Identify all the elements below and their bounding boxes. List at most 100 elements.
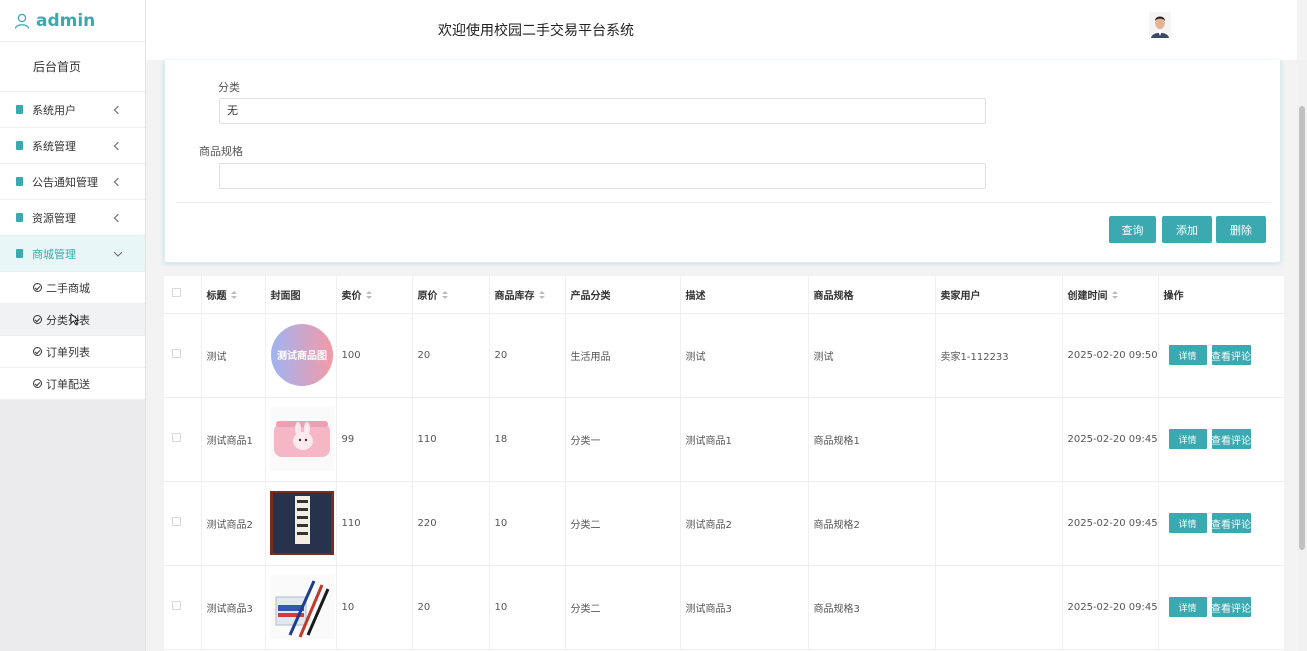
sidebar-subitem-label: 分类列表 — [46, 313, 90, 327]
sidebar-subitem-second-hand-mall[interactable]: 二手商城 — [0, 272, 145, 304]
cell-spec: 测试 — [808, 313, 936, 398]
product-table: 标题 封面图 卖价 原价 商品库存 产品分类 描述 商品规格 卖家用户 创建时间… — [164, 276, 1284, 651]
delete-button[interactable]: 删除 — [1216, 216, 1266, 243]
cell-stock: 18 — [489, 397, 566, 482]
cell-actions: 详情 查看评论 — [1158, 397, 1284, 482]
sidebar-item-label: 资源管理 — [32, 211, 76, 225]
cell-spec: 商品规格2 — [808, 481, 936, 566]
cell-seller — [935, 397, 1063, 482]
table-row: 测试 测试商品图 100 20 20 生活用品 测试 测试 卖家1-112233… — [164, 313, 1284, 398]
check-circle-icon — [33, 283, 42, 292]
svg-text:测试商品图: 测试商品图 — [277, 349, 327, 362]
view-reviews-button[interactable]: 查看评论 — [1211, 597, 1251, 617]
chevron-left-icon — [113, 105, 123, 114]
column-header-title[interactable]: 标题 — [201, 276, 266, 314]
sidebar-item-home[interactable]: 后台首页 — [0, 42, 145, 92]
column-header-cover: 封面图 — [265, 276, 337, 314]
row-checkbox[interactable] — [172, 349, 181, 358]
sidebar-item-label: 系统管理 — [32, 139, 76, 153]
product-thumbnail — [269, 407, 334, 471]
detail-button[interactable]: 详情 — [1168, 429, 1207, 449]
chevron-left-icon — [113, 213, 123, 222]
cell-original-price: 20 — [412, 313, 490, 398]
cell-price: 10 — [336, 565, 413, 650]
page-scrollbar[interactable] — [1297, 60, 1307, 651]
query-button[interactable]: 查询 — [1109, 216, 1156, 243]
cell-price: 100 — [336, 313, 413, 398]
column-header-price[interactable]: 卖价 — [336, 276, 413, 314]
check-circle-icon — [33, 347, 42, 356]
cell-original-price: 20 — [412, 565, 490, 650]
table-header-row: 标题 封面图 卖价 原价 商品库存 产品分类 描述 商品规格 卖家用户 创建时间… — [164, 276, 1284, 314]
sidebar-item-system-management[interactable]: 系统管理 — [0, 128, 145, 164]
row-checkbox[interactable] — [172, 433, 181, 442]
sidebar-subitem-label: 二手商城 — [46, 281, 90, 295]
sidebar-item-system-users[interactable]: 系统用户 — [0, 92, 145, 128]
category-label: 分类 — [218, 81, 240, 94]
document-icon — [16, 141, 23, 150]
select-all-checkbox[interactable] — [172, 288, 181, 298]
view-reviews-button[interactable]: 查看评论 — [1211, 345, 1251, 365]
sidebar-subitem-order-list[interactable]: 订单列表 — [0, 336, 145, 368]
cell-title: 测试 — [201, 313, 266, 398]
sort-icon[interactable] — [441, 291, 448, 300]
cell-category: 生活用品 — [565, 313, 681, 398]
cell-stock: 10 — [489, 481, 566, 566]
cell-actions: 详情 查看评论 — [1158, 313, 1284, 398]
detail-button[interactable]: 详情 — [1168, 345, 1207, 365]
view-reviews-button[interactable]: 查看评论 — [1211, 429, 1251, 449]
product-thumbnail: 测试商品图 — [270, 324, 333, 386]
check-circle-icon — [33, 379, 42, 388]
cell-created: 2025-02-20 09:45:21 — [1062, 481, 1159, 566]
sidebar-item-mall-management[interactable]: 商城管理 — [0, 236, 145, 272]
cell-description: 测试商品2 — [680, 481, 809, 566]
spec-input[interactable] — [219, 163, 986, 189]
column-header-actions: 操作 — [1158, 276, 1284, 314]
sidebar-item-resource-management[interactable]: 资源管理 — [0, 200, 145, 236]
chevron-down-icon — [113, 247, 123, 257]
sort-icon[interactable] — [230, 291, 237, 300]
cell-category: 分类一 — [565, 397, 681, 482]
column-header-seller: 卖家用户 — [935, 276, 1063, 314]
column-header-original-price[interactable]: 原价 — [412, 276, 490, 314]
user-icon — [14, 13, 30, 29]
column-header-description: 描述 — [680, 276, 809, 314]
avatar[interactable] — [1149, 12, 1171, 38]
column-header-spec: 商品规格 — [808, 276, 936, 314]
cell-created: 2025-02-20 09:45:21 — [1062, 397, 1159, 482]
add-button[interactable]: 添加 — [1162, 216, 1212, 243]
column-header-stock[interactable]: 商品库存 — [489, 276, 566, 314]
sidebar-subitem-label: 订单配送 — [46, 377, 90, 391]
view-reviews-button[interactable]: 查看评论 — [1211, 513, 1251, 533]
row-checkbox[interactable] — [172, 601, 181, 610]
detail-button[interactable]: 详情 — [1168, 513, 1207, 533]
document-icon — [16, 249, 23, 258]
cell-description: 测试商品1 — [680, 397, 809, 482]
category-input[interactable]: 无 — [219, 98, 986, 124]
mouse-cursor-icon — [70, 313, 80, 325]
table-row: 测试商品2 110 220 10 分类二 测试商品2 商品规格2 2025-02… — [164, 481, 1284, 566]
cell-seller — [935, 565, 1063, 650]
product-thumbnail — [269, 575, 334, 639]
sidebar-subitem-order-delivery[interactable]: 订单配送 — [0, 368, 145, 400]
top-header: 欢迎使用校园二手交易平台系统 — [146, 0, 1297, 60]
cell-title: 测试商品2 — [201, 481, 266, 566]
chevron-left-icon — [113, 177, 123, 186]
detail-button[interactable]: 详情 — [1168, 597, 1207, 617]
table-row: 测试商品1 99 110 18 分类一 测试商品1 商品规格1 2025-02-… — [164, 397, 1284, 482]
select-all-cell[interactable] — [164, 276, 202, 314]
sidebar: admin 后台首页 系统用户 系统管理 公告通知管理 资源管理 商城管理 二手… — [0, 0, 146, 651]
scrollbar-thumb[interactable] — [1299, 106, 1305, 550]
cell-created: 2025-02-20 09:50:36 — [1062, 313, 1159, 398]
column-header-created[interactable]: 创建时间 — [1062, 276, 1159, 314]
sort-icon[interactable] — [365, 291, 372, 300]
sort-icon[interactable] — [1111, 291, 1118, 300]
sort-icon[interactable] — [538, 291, 545, 300]
sidebar-item-notice-management[interactable]: 公告通知管理 — [0, 164, 145, 200]
row-checkbox[interactable] — [172, 517, 181, 526]
cell-description: 测试 — [680, 313, 809, 398]
sidebar-item-label: 系统用户 — [32, 103, 76, 117]
cell-description: 测试商品3 — [680, 565, 809, 650]
document-icon — [16, 105, 23, 114]
column-header-category: 产品分类 — [565, 276, 681, 314]
